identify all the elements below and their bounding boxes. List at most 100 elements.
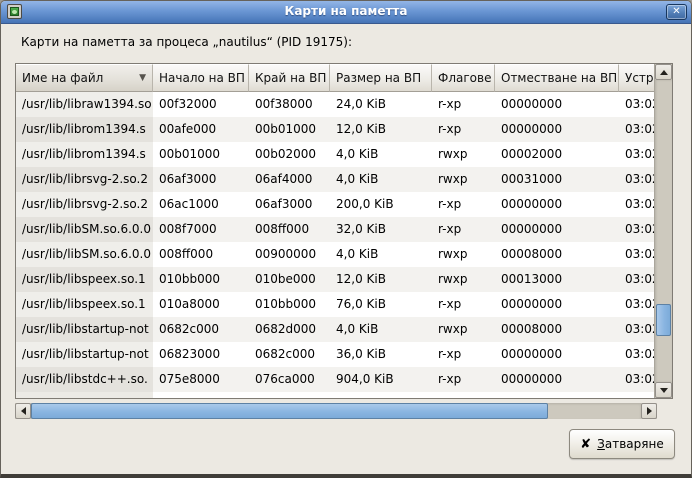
table-row[interactable]: /usr/lib/libstartup-not068230000682c0003… [16,342,654,367]
column-header-filename[interactable]: Име на файл ▼ [16,64,153,92]
cell-flags: r-xp [432,342,495,367]
horizontal-scrollbar-thumb[interactable] [31,403,548,419]
process-description-label: Карти на паметта за процеса „nautilus“ (… [21,35,352,49]
table-row[interactable]: /usr/lib/libSM.so.6.0.0008ff000009000004… [16,242,654,267]
cell-flags: r-xp [432,117,495,142]
cell-size: 4,0 KiB [330,317,432,342]
cell-offset: 00013000 [495,267,619,292]
scroll-up-button[interactable] [655,64,672,80]
arrow-down-icon [660,388,668,393]
cell-flags: rwxp [432,167,495,192]
cell-end: 008ff000 [249,217,330,242]
cell-end: 010bb000 [249,292,330,317]
memory-maps-table: Име на файл ▼ Начало на ВП Край на ВП Ра… [15,63,673,399]
cell-device: 03:02 [619,317,654,342]
cell-device: 03:02 [619,167,654,192]
cell-flags: r-xp [432,217,495,242]
cell-device: 03:02 [619,367,654,392]
cell-start: 075e8000 [153,367,249,392]
table-row[interactable]: /usr/lib/libstartup-not0682c0000682d0004… [16,317,654,342]
cell-flags: rwxp [432,317,495,342]
table-row[interactable]: /usr/lib/librom1394.s00b0100000b020004,0… [16,142,654,167]
cell-size: 4,0 KiB [330,167,432,192]
cell-device: 03:02 [619,217,654,242]
cell-offset: 00002000 [495,142,619,167]
vertical-scrollbar-thumb[interactable] [656,304,671,336]
table-row[interactable]: /usr/lib/libSM.so.6.0.0008f7000008ff0003… [16,217,654,242]
cell-device: 03:02 [619,292,654,317]
cell-file: /usr/lib/libstartup-not [16,342,153,367]
cell-size: 12,0 KiB [330,117,432,142]
table-row[interactable]: /usr/lib/libstdc++.so.075e8000076ca00090… [16,367,654,392]
cell-file: /usr/lib/librsvg-2.so.2 [16,167,153,192]
arrow-right-icon [647,407,652,415]
table-row[interactable]: /usr/lib/librsvg-2.so.206af300006af40004… [16,167,654,192]
cell-size: 36,0 KiB [330,342,432,367]
cell-device: 03:02 [619,142,654,167]
window-title: Карти на паметта [1,4,691,18]
table-rows: /usr/lib/libraw1394.so00f3200000f3800024… [16,92,654,398]
cell-start: 008ff000 [153,242,249,267]
cell-device: 03:02 [619,192,654,217]
cell-start: 06ac1000 [153,192,249,217]
arrow-left-icon [21,407,26,415]
scroll-down-button[interactable] [655,382,672,398]
column-header-vm-start[interactable]: Начало на ВП [153,64,249,92]
scroll-right-button[interactable] [641,403,657,419]
cell-offset: 00008000 [495,242,619,267]
window-close-icon[interactable]: ✕ [666,4,687,20]
cell-start: 008f7000 [153,217,249,242]
cell-end: 0682c000 [249,342,330,367]
cell-start: 06af3000 [153,167,249,192]
cell-size: 4,0 KiB [330,242,432,267]
cell-device: 03:02 [619,117,654,142]
cell-device: 03:02 [619,342,654,367]
cell-end: 06af3000 [249,192,330,217]
close-button[interactable]: ✘ Затваряне [569,429,675,459]
cell-flags: rwxp [432,267,495,292]
cell-size: 4,0 KiB [330,142,432,167]
vertical-scrollbar[interactable] [654,64,672,398]
table-row[interactable]: /usr/lib/librsvg-2.so.206ac100006af30002… [16,192,654,217]
table-row[interactable]: /usr/lib/libraw1394.so00f3200000f3800024… [16,92,654,117]
cell-offset: 00000000 [495,192,619,217]
cell-start: 00b01000 [153,142,249,167]
cell-size: 904,0 KiB [330,367,432,392]
cell-end: 00900000 [249,242,330,267]
horizontal-scrollbar-track[interactable] [31,403,641,419]
cell-size: 32,0 KiB [330,217,432,242]
scroll-left-button[interactable] [15,403,31,419]
table-row[interactable]: /usr/lib/libspeex.so.1010bb000010be00012… [16,267,654,292]
horizontal-scrollbar[interactable] [15,403,657,419]
cell-device: 03:02 [619,242,654,267]
column-header-flags[interactable]: Флагове [432,64,495,92]
cell-file: /usr/lib/libspeex.so.1 [16,267,153,292]
cell-flags: r-xp [432,92,495,117]
column-header-vm-end[interactable]: Край на ВП [249,64,330,92]
cell-file: /usr/lib/librsvg-2.so.2 [16,192,153,217]
cell-flags: r-xp [432,192,495,217]
cell-file: /usr/lib/libspeex.so.1 [16,292,153,317]
cell-start: 0682c000 [153,317,249,342]
cell-end: 010be000 [249,267,330,292]
cell-file: /usr/lib/libSM.so.6.0.0 [16,242,153,267]
titlebar[interactable]: Карти на паметта ✕ [1,1,691,24]
column-header-device[interactable]: Устройство [619,64,654,92]
column-header-vm-size[interactable]: Размер на ВП [330,64,432,92]
cell-size: 12,0 KiB [330,267,432,292]
cell-start: 06823000 [153,342,249,367]
table-row[interactable]: /usr/lib/librom1394.s00afe00000b0100012,… [16,117,654,142]
cell-flags: rwxp [432,142,495,167]
table-row[interactable]: /usr/lib/libspeex.so.1010a8000010bb00076… [16,292,654,317]
close-button-label: Затваряне [597,437,664,451]
vertical-scrollbar-track[interactable] [655,80,672,382]
cell-offset: 00000000 [495,367,619,392]
column-header-vm-offset[interactable]: Отместване на ВП [495,64,619,92]
sort-indicator-icon: ▼ [139,65,146,92]
table-empty-area [16,392,654,398]
cell-start: 010a8000 [153,292,249,317]
memory-maps-dialog: Карти на паметта ✕ Карти на паметта за п… [0,0,692,478]
cell-device: 03:02 [619,267,654,292]
table-header-row: Име на файл ▼ Начало на ВП Край на ВП Ра… [16,64,654,92]
cell-end: 00b01000 [249,117,330,142]
